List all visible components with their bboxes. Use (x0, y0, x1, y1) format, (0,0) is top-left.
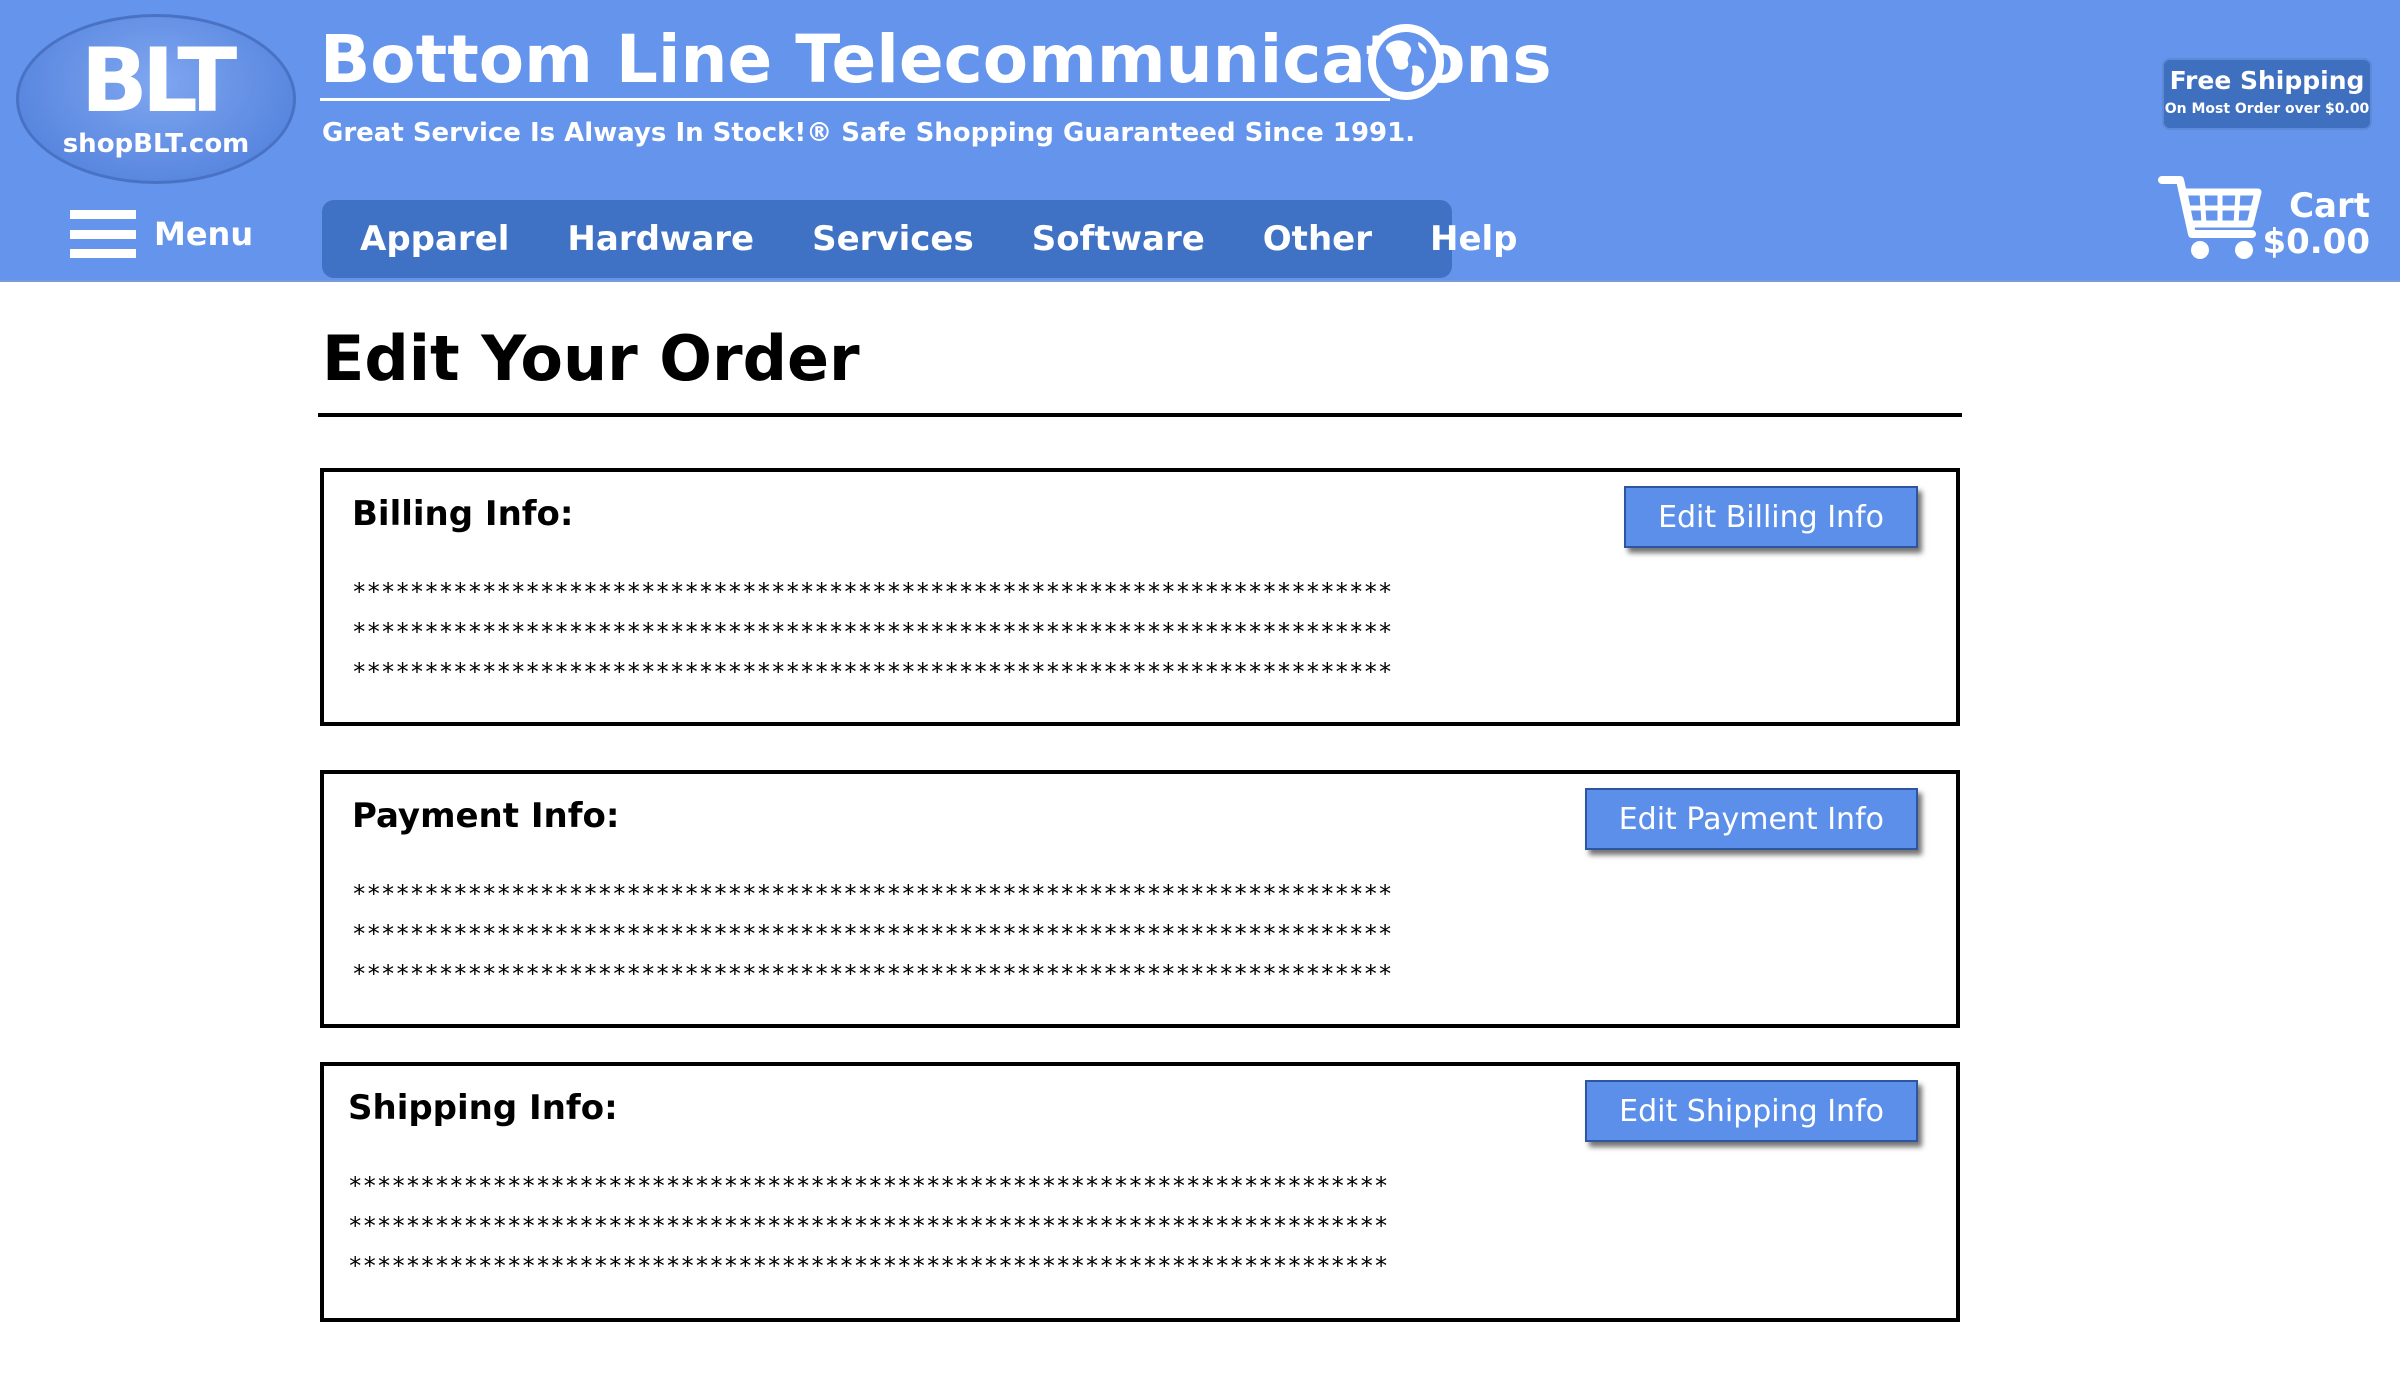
tagline: Great Service Is Always In Stock!® Safe … (322, 118, 1416, 148)
masked-line: ****************************************… (348, 1252, 1389, 1280)
payment-info-masked-text: ****************************************… (352, 874, 1392, 994)
masked-line: ****************************************… (348, 1172, 1389, 1200)
billing-info-panel: Billing Info: Edit Billing Info ********… (320, 468, 1960, 726)
masked-line: ****************************************… (352, 920, 1393, 948)
shipping-info-masked-text: ****************************************… (348, 1166, 1388, 1286)
logo-mark: BLT (80, 29, 238, 132)
shipping-info-heading: Shipping Info: (348, 1088, 618, 1128)
edit-billing-info-button[interactable]: Edit Billing Info (1624, 486, 1918, 548)
free-shipping-subtitle: On Most Order over $0.00 (2164, 101, 2370, 117)
billing-info-heading: Billing Info: (352, 494, 574, 534)
nav-item-apparel[interactable]: Apparel (360, 219, 509, 259)
masked-line: ****************************************… (352, 618, 1393, 646)
masked-line: ****************************************… (352, 880, 1393, 908)
menu-button[interactable]: Menu (70, 208, 253, 260)
free-shipping-title: Free Shipping (2169, 66, 2365, 95)
brand-underline (320, 98, 1390, 101)
cart-button[interactable]: Cart $0.00 (2158, 172, 2380, 264)
nav-item-hardware[interactable]: Hardware (567, 219, 754, 259)
menu-label: Menu (154, 215, 254, 253)
masked-line: ****************************************… (352, 960, 1393, 988)
nav-item-software[interactable]: Software (1032, 219, 1205, 259)
nav-item-help[interactable]: Help (1430, 219, 1518, 259)
title-divider (318, 413, 1962, 417)
logo-url: shopBLT.com (62, 129, 250, 159)
edit-payment-info-button[interactable]: Edit Payment Info (1584, 788, 1918, 850)
masked-line: ****************************************… (352, 578, 1393, 606)
payment-info-panel: Payment Info: Edit Payment Info ********… (320, 770, 1960, 1028)
payment-info-heading: Payment Info: (352, 796, 620, 836)
masked-line: ****************************************… (352, 658, 1393, 686)
page-title: Edit Your Order (322, 322, 860, 395)
edit-shipping-info-button[interactable]: Edit Shipping Info (1585, 1080, 1918, 1142)
site-logo[interactable]: BLT shopBLT.com (16, 14, 296, 184)
masked-line: ****************************************… (348, 1212, 1389, 1240)
nav-item-services[interactable]: Services (812, 219, 974, 259)
main-nav: Apparel Hardware Services Software Other… (322, 200, 1518, 278)
billing-info-masked-text: ****************************************… (352, 572, 1392, 692)
hamburger-icon (70, 210, 136, 258)
site-header: BLT shopBLT.com Bottom Line Telecommunic… (0, 0, 2400, 282)
globe-icon (1368, 24, 1444, 100)
shopping-cart-icon (2158, 176, 2262, 259)
shipping-info-panel: Shipping Info: Edit Shipping Info ******… (320, 1062, 1960, 1322)
cart-total: $0.00 (2262, 222, 2370, 262)
cart-label: Cart (2289, 186, 2370, 226)
free-shipping-badge[interactable]: Free Shipping On Most Order over $0.00 (2162, 58, 2372, 130)
nav-item-other[interactable]: Other (1263, 219, 1372, 259)
